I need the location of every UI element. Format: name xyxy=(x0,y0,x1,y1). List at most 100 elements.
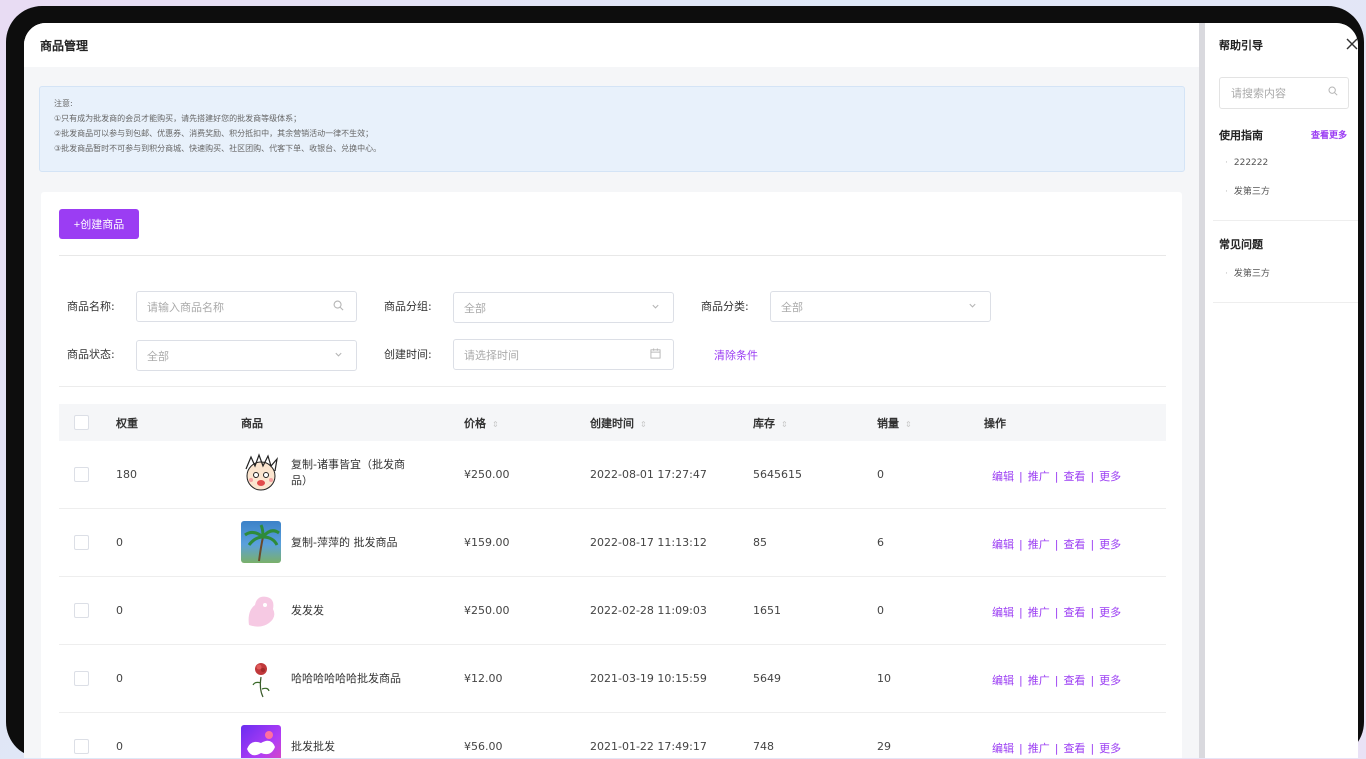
main-area: 商品管理 注意: ①只有成为批发商的会员才能购买，请先搭建好您的批发商等级体系；… xyxy=(24,23,1199,758)
product-thumbnail[interactable] xyxy=(241,521,281,563)
row-stock: 85 xyxy=(753,536,767,549)
row-created: 2022-02-28 11:09:03 xyxy=(590,604,707,617)
product-status-select[interactable]: 全部 xyxy=(136,340,357,371)
content-card: +创建商品 商品名称: 请输入商品名称 商品分组: 全部 商品分类: 全部 商品… xyxy=(41,192,1182,758)
product-thumbnail[interactable] xyxy=(241,453,281,495)
guide-item[interactable]: 发第三方 xyxy=(1225,184,1270,197)
chevron-down-icon xyxy=(331,349,345,363)
edit-link[interactable]: 编辑 xyxy=(992,674,1014,687)
help-search-input[interactable]: 请搜索内容 xyxy=(1219,77,1349,109)
created-time-picker[interactable]: 请选择时间 xyxy=(453,339,674,370)
notice-line: ③批发商品暂时不可参与到积分商城、快速购买、社区团购、代客下单、收银台、兑换中心… xyxy=(54,144,382,153)
separator: | xyxy=(1019,538,1023,551)
row-created: 2021-03-19 10:15:59 xyxy=(590,672,707,685)
row-actions: 编辑 | 推广 | 查看 | 更多 xyxy=(992,604,1121,620)
header-sales[interactable]: 销量 ⇕ xyxy=(877,415,912,431)
view-link[interactable]: 查看 xyxy=(1063,742,1085,755)
faq-item[interactable]: 发第三方 xyxy=(1225,266,1270,279)
guide-more-link[interactable]: 查看更多 xyxy=(1311,128,1347,141)
product-category-select[interactable]: 全部 xyxy=(770,291,991,322)
promote-link[interactable]: 推广 xyxy=(1028,470,1050,483)
search-icon xyxy=(331,300,345,314)
calendar-icon xyxy=(648,348,662,362)
row-checkbox[interactable] xyxy=(74,671,89,686)
divider xyxy=(59,255,1166,256)
separator: | xyxy=(1019,674,1023,687)
separator: | xyxy=(1019,470,1023,483)
separator: | xyxy=(1090,674,1095,687)
separator: | xyxy=(1019,742,1023,755)
header-created-label: 创建时间 xyxy=(590,417,634,430)
notice-line: 注意: xyxy=(54,99,73,108)
row-price: ¥12.00 xyxy=(464,672,503,685)
product-name[interactable]: 发发发 xyxy=(291,603,421,619)
promote-link[interactable]: 推广 xyxy=(1028,538,1050,551)
header-product: 商品 xyxy=(241,417,263,430)
separator: | xyxy=(1090,742,1095,755)
header-sales-label: 销量 xyxy=(877,417,899,430)
product-thumbnail[interactable] xyxy=(241,589,281,631)
more-link[interactable]: 更多 xyxy=(1099,470,1121,483)
create-product-button[interactable]: +创建商品 xyxy=(59,209,139,239)
clear-filters-link[interactable]: 清除条件 xyxy=(714,347,758,363)
product-thumbnail[interactable] xyxy=(241,657,281,699)
product-name[interactable]: 复制-萍萍的 批发商品 xyxy=(291,535,421,551)
row-created: 2022-08-17 11:13:12 xyxy=(590,536,707,549)
more-link[interactable]: 更多 xyxy=(1099,538,1121,551)
product-group-select[interactable]: 全部 xyxy=(453,292,674,323)
row-weight: 0 xyxy=(116,740,123,753)
header-actions: 操作 xyxy=(984,417,1006,430)
product-name[interactable]: 批发批发 xyxy=(291,739,421,755)
row-stock: 1651 xyxy=(753,604,781,617)
product-name[interactable]: 哈哈哈哈哈哈批发商品 xyxy=(291,671,421,687)
guide-item[interactable]: 222222 xyxy=(1225,158,1268,168)
notice-box: 注意: ①只有成为批发商的会员才能购买，请先搭建好您的批发商等级体系； ②批发商… xyxy=(39,86,1185,172)
promote-link[interactable]: 推广 xyxy=(1028,674,1050,687)
row-checkbox[interactable] xyxy=(74,535,89,550)
product-name-input[interactable]: 请输入商品名称 xyxy=(136,291,357,322)
row-checkbox[interactable] xyxy=(74,739,89,754)
more-link[interactable]: 更多 xyxy=(1099,742,1121,755)
more-link[interactable]: 更多 xyxy=(1099,606,1121,619)
row-weight: 0 xyxy=(116,672,123,685)
select-all-checkbox[interactable] xyxy=(74,415,89,430)
filter-status-label: 商品状态: xyxy=(67,348,115,361)
filter-time-label: 创建时间: xyxy=(384,348,432,361)
view-link[interactable]: 查看 xyxy=(1063,538,1085,551)
more-link[interactable]: 更多 xyxy=(1099,674,1121,687)
header-stock[interactable]: 库存 ⇕ xyxy=(753,415,788,431)
view-link[interactable]: 查看 xyxy=(1063,606,1085,619)
promote-link[interactable]: 推广 xyxy=(1028,606,1050,619)
device-frame: 商品管理 注意: ①只有成为批发商的会员才能购买，请先搭建好您的批发商等级体系；… xyxy=(6,6,1364,758)
sort-icon: ⇕ xyxy=(492,420,499,429)
row-created: 2022-08-01 17:27:47 xyxy=(590,468,707,481)
header-stock-label: 库存 xyxy=(753,417,775,430)
table-row: 0 发发发 ¥250.00 2022-02-28 11:09:03 1651 0… xyxy=(59,577,1166,645)
edit-link[interactable]: 编辑 xyxy=(992,742,1014,755)
edit-link[interactable]: 编辑 xyxy=(992,470,1014,483)
promote-link[interactable]: 推广 xyxy=(1028,742,1050,755)
header-weight: 权重 xyxy=(116,417,138,430)
view-link[interactable]: 查看 xyxy=(1063,674,1085,687)
product-thumbnail[interactable] xyxy=(241,725,281,758)
row-sales: 6 xyxy=(877,536,884,549)
row-actions: 编辑 | 推广 | 查看 | 更多 xyxy=(992,536,1121,552)
product-name-placeholder: 请输入商品名称 xyxy=(147,300,224,314)
edit-link[interactable]: 编辑 xyxy=(992,606,1014,619)
row-sales: 0 xyxy=(877,468,884,481)
row-checkbox[interactable] xyxy=(74,603,89,618)
separator: | xyxy=(1019,606,1023,619)
close-icon[interactable] xyxy=(1346,35,1358,54)
header-price[interactable]: 价格 ⇕ xyxy=(464,415,499,431)
table-row: 0 批发批发 ¥56.00 2021-01-22 17:49:17 748 29… xyxy=(59,713,1166,758)
product-name[interactable]: 复制-诸事皆宜（批发商品） xyxy=(291,457,421,489)
row-checkbox[interactable] xyxy=(74,467,89,482)
help-panel: 帮助引导 请搜索内容 使用指南 查看更多 222222 发第三方 常见问题 发第… xyxy=(1205,23,1358,758)
table-row: 0 哈哈哈哈哈哈批发商品 ¥12.00 2021-03-19 10:15:59 … xyxy=(59,645,1166,713)
row-stock: 748 xyxy=(753,740,774,753)
row-stock: 5645615 xyxy=(753,468,802,481)
filter-group-label: 商品分组: xyxy=(384,300,432,313)
edit-link[interactable]: 编辑 xyxy=(992,538,1014,551)
header-created[interactable]: 创建时间 ⇕ xyxy=(590,415,647,431)
view-link[interactable]: 查看 xyxy=(1063,470,1085,483)
